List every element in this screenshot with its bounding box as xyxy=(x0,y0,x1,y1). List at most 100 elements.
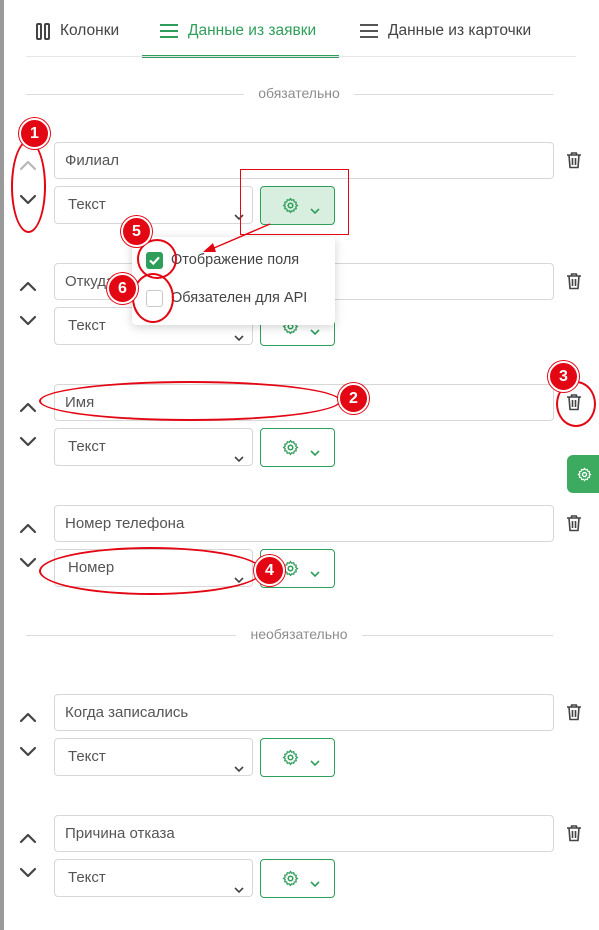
tab-underline xyxy=(26,56,576,57)
gear-icon xyxy=(282,439,299,461)
move-up-button[interactable] xyxy=(17,828,39,850)
delete-field-button[interactable] xyxy=(566,393,582,411)
field-name-input[interactable]: Причина отказа xyxy=(54,815,554,852)
move-up-button[interactable] xyxy=(17,155,39,177)
chevron-down-icon xyxy=(17,430,39,452)
tab-request-data-label: Данные из заявки xyxy=(188,22,317,39)
field-type-value: Текст xyxy=(68,869,106,886)
field-type-select[interactable]: Номер xyxy=(54,549,253,587)
section-optional-divider: необязательно xyxy=(26,625,553,645)
field-row: Филиал Текст xyxy=(0,142,599,232)
trash-icon xyxy=(566,152,582,173)
field-settings-button[interactable] xyxy=(260,859,335,898)
field-type-value: Текст xyxy=(68,438,106,455)
show-field-checkbox[interactable] xyxy=(146,251,163,269)
delete-field-button[interactable] xyxy=(566,514,582,532)
list-icon xyxy=(160,23,178,44)
delete-field-button[interactable] xyxy=(566,272,582,290)
field-row: Причина отказа Текст xyxy=(0,815,599,905)
chevron-up-icon xyxy=(17,518,39,540)
move-up-button[interactable] xyxy=(17,518,39,540)
chevron-down-icon xyxy=(310,565,320,583)
show-field-option[interactable]: Отображение поля xyxy=(146,249,299,271)
field-type-select[interactable]: Текст xyxy=(54,186,253,224)
field-type-value: Текст xyxy=(68,317,106,334)
delete-field-button[interactable] xyxy=(566,703,582,721)
chevron-down-icon xyxy=(17,861,39,883)
chevron-down-icon xyxy=(17,188,39,210)
chevron-down-icon xyxy=(310,202,320,220)
field-type-select[interactable]: Текст xyxy=(54,428,253,466)
field-type-value: Текст xyxy=(68,196,106,213)
field-row: Когда записались Текст xyxy=(0,694,599,784)
tab-card-data-label: Данные из карточки xyxy=(388,22,532,39)
field-type-value: Номер xyxy=(68,559,115,576)
field-type-select[interactable]: Текст xyxy=(54,859,253,897)
field-settings-button[interactable] xyxy=(260,738,335,777)
move-up-button[interactable] xyxy=(17,707,39,729)
chevron-down-icon xyxy=(310,875,320,893)
checkmark-icon xyxy=(149,256,160,265)
move-down-button[interactable] xyxy=(17,740,39,762)
gear-icon xyxy=(577,467,592,482)
list-icon xyxy=(360,23,378,44)
trash-icon xyxy=(566,825,582,846)
move-down-button[interactable] xyxy=(17,188,39,210)
floating-settings-button[interactable] xyxy=(567,455,599,493)
tab-columns[interactable]: Колонки xyxy=(36,22,119,58)
trash-icon xyxy=(566,273,582,294)
chevron-down-icon xyxy=(17,551,39,573)
move-up-button[interactable] xyxy=(17,397,39,419)
chevron-down-icon xyxy=(310,444,320,462)
field-settings-button[interactable] xyxy=(260,549,335,588)
columns-icon xyxy=(36,23,50,45)
chevron-down-icon xyxy=(234,751,244,787)
move-down-button[interactable] xyxy=(17,309,39,331)
required-api-label: Обязателен для API xyxy=(171,290,308,306)
field-type-value: Текст xyxy=(68,748,106,765)
chevron-up-icon xyxy=(17,828,39,850)
move-down-button[interactable] xyxy=(17,551,39,573)
chevron-down-icon xyxy=(17,309,39,331)
field-row: Имя Текст xyxy=(0,384,599,474)
chevron-down-icon xyxy=(234,199,244,235)
field-row: Номер телефона Номер xyxy=(0,505,599,595)
required-api-option[interactable]: Обязателен для API xyxy=(146,287,307,309)
move-down-button[interactable] xyxy=(17,430,39,452)
chevron-up-icon xyxy=(17,276,39,298)
chevron-down-icon xyxy=(234,562,244,598)
trash-icon xyxy=(566,515,582,536)
section-required-label: обязательно xyxy=(258,85,340,101)
field-name-input[interactable]: Филиал xyxy=(54,142,554,179)
field-settings-menu: Отображение поля Обязателен для API xyxy=(132,237,335,325)
chevron-up-icon xyxy=(17,707,39,729)
show-field-label: Отображение поля xyxy=(171,252,300,268)
field-settings-button[interactable] xyxy=(260,428,335,467)
chevron-down-icon xyxy=(234,320,244,356)
trash-icon xyxy=(566,704,582,725)
field-settings-button[interactable] xyxy=(260,186,335,225)
move-up-button[interactable] xyxy=(17,276,39,298)
delete-field-button[interactable] xyxy=(566,151,582,169)
tab-card-data[interactable]: Данные из карточки xyxy=(360,22,531,58)
gear-icon xyxy=(282,197,299,219)
tab-bar: Колонки Данные из заявки Данные из карто… xyxy=(26,0,576,58)
chevron-up-icon xyxy=(17,397,39,419)
required-api-checkbox[interactable] xyxy=(146,289,163,307)
chevron-down-icon xyxy=(234,872,244,908)
chevron-down-icon xyxy=(310,323,320,341)
field-name-input[interactable]: Когда записались xyxy=(54,694,554,731)
field-type-select[interactable]: Текст xyxy=(54,738,253,776)
gear-icon xyxy=(282,749,299,771)
field-name-input[interactable]: Номер телефона xyxy=(54,505,554,542)
delete-field-button[interactable] xyxy=(566,824,582,842)
field-name-input[interactable]: Имя xyxy=(54,384,554,421)
tab-request-data[interactable]: Данные из заявки xyxy=(142,22,339,58)
chevron-up-icon xyxy=(17,155,39,177)
trash-icon xyxy=(566,394,582,415)
chevron-down-icon xyxy=(234,441,244,477)
section-optional-label: необязательно xyxy=(250,626,348,642)
gear-icon xyxy=(282,870,299,892)
section-required-divider: обязательно xyxy=(26,84,553,104)
move-down-button[interactable] xyxy=(17,861,39,883)
